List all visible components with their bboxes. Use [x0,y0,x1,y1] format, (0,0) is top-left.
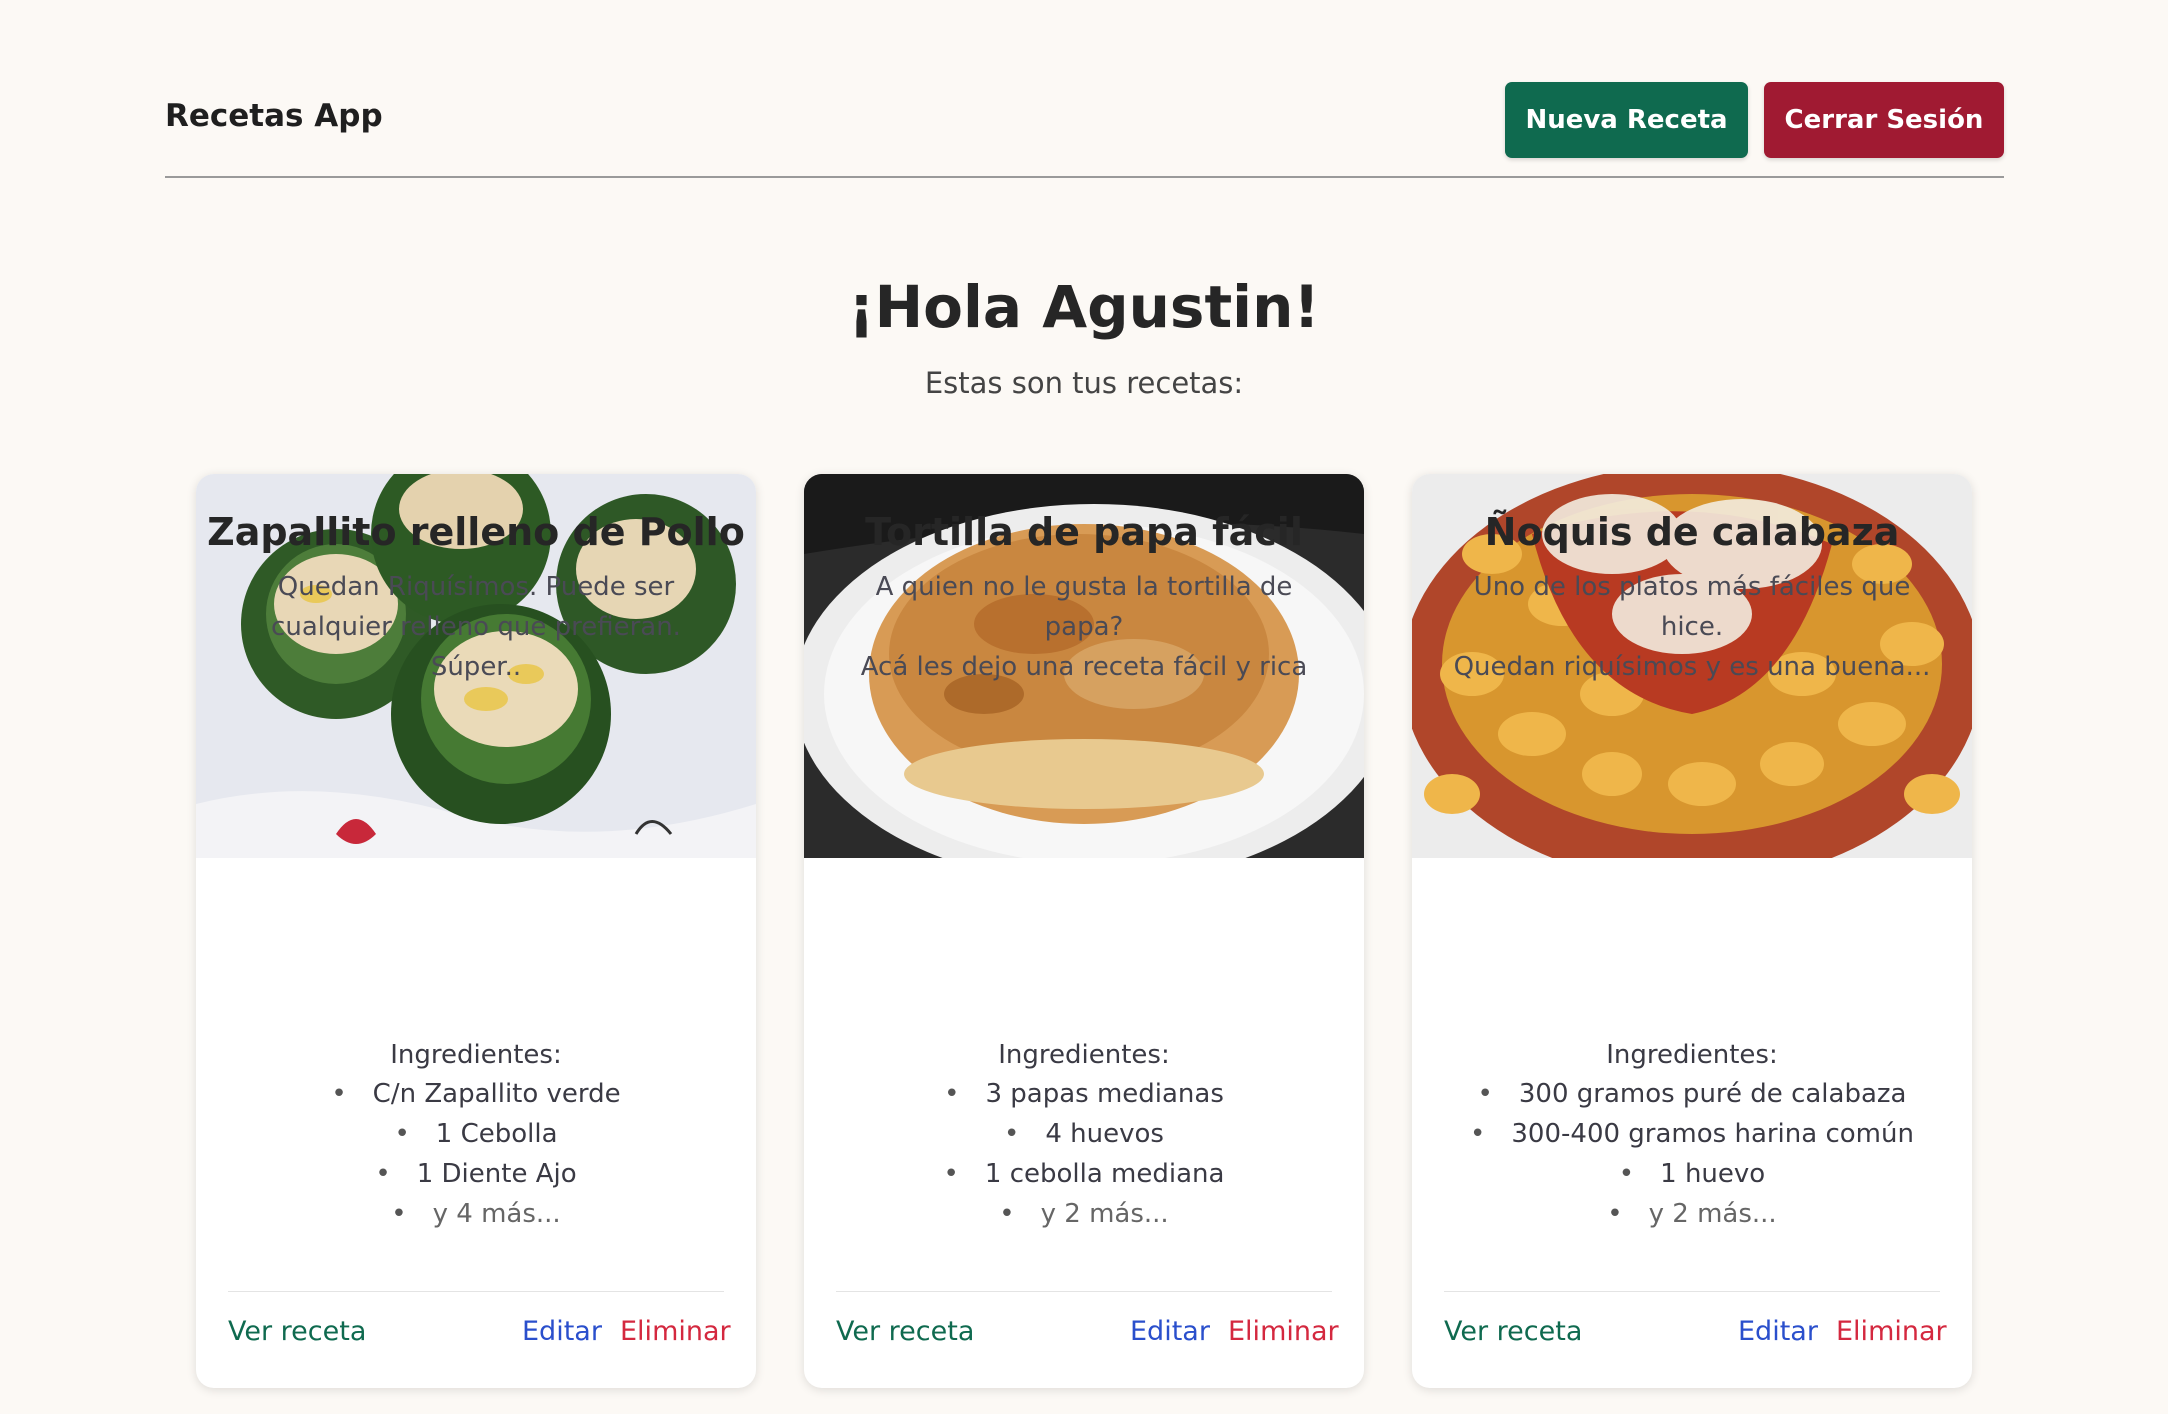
ingredient-item: 1 huevo [1412,1154,1972,1194]
top-nav: Recetas App Nueva Receta Cerrar Sesión [165,82,2004,178]
recipe-title: Zapallito relleno de Pollo [207,510,745,554]
page-subtitle: Estas son tus recetas: [924,366,1244,400]
recipe-description: Quedan Riquísimos. Puede ser cualquier r… [271,572,681,682]
page-title: ¡Hola Agustin! [848,273,1320,341]
recipe-title: Tortilla de papa fácil [865,510,1303,554]
ingredient-item: 1 cebolla mediana [804,1154,1364,1194]
ingredients-label: Ingredientes: [390,1040,562,1070]
ingredient-more: y 2 más... [1412,1194,1972,1234]
ingredient-item: C/n Zapallito verde [196,1074,756,1114]
ingredient-item: 300-400 gramos harina común [1412,1114,1972,1154]
app-brand[interactable]: Recetas App [165,98,383,134]
ingredient-more: y 2 más... [804,1194,1364,1234]
card-divider [1444,1291,1940,1292]
new-recipe-button[interactable]: Nueva Receta [1505,82,1748,158]
view-recipe-link[interactable]: Ver receta [1444,1316,1582,1347]
ingredients-label: Ingredientes: [998,1040,1170,1070]
ingredient-item: 1 Diente Ajo [196,1154,756,1194]
logout-button[interactable]: Cerrar Sesión [1764,82,2004,158]
view-recipe-link[interactable]: Ver receta [228,1316,366,1347]
ingredients-list: 300 gramos puré de calabaza 300-400 gram… [1412,1074,1972,1234]
recipe-title: Ñoquis de calabaza [1484,510,1900,554]
ingredient-item: 300 gramos puré de calabaza [1412,1074,1972,1114]
ingredient-more: y 4 más... [196,1194,756,1234]
card-divider [836,1291,1332,1292]
edit-recipe-link[interactable]: Editar [1130,1316,1210,1347]
card-divider [228,1291,724,1292]
delete-recipe-link[interactable]: Eliminar [1228,1316,1339,1347]
delete-recipe-link[interactable]: Eliminar [1836,1316,1947,1347]
delete-recipe-link[interactable]: Eliminar [620,1316,731,1347]
ingredients-list: 3 papas medianas 4 huevos 1 cebolla medi… [804,1074,1364,1234]
recipe-description: A quien no le gusta la tortilla de papa?… [860,572,1308,682]
ingredients-list: C/n Zapallito verde 1 Cebolla 1 Diente A… [196,1074,756,1234]
edit-recipe-link[interactable]: Editar [1738,1316,1818,1347]
ingredients-label: Ingredientes: [1606,1040,1778,1070]
recipe-description: Uno de los platos más fáciles que hice. … [1453,572,1931,682]
view-recipe-link[interactable]: Ver receta [836,1316,974,1347]
ingredient-item: 3 papas medianas [804,1074,1364,1114]
ingredient-item: 4 huevos [804,1114,1364,1154]
edit-recipe-link[interactable]: Editar [522,1316,602,1347]
ingredient-item: 1 Cebolla [196,1114,756,1154]
